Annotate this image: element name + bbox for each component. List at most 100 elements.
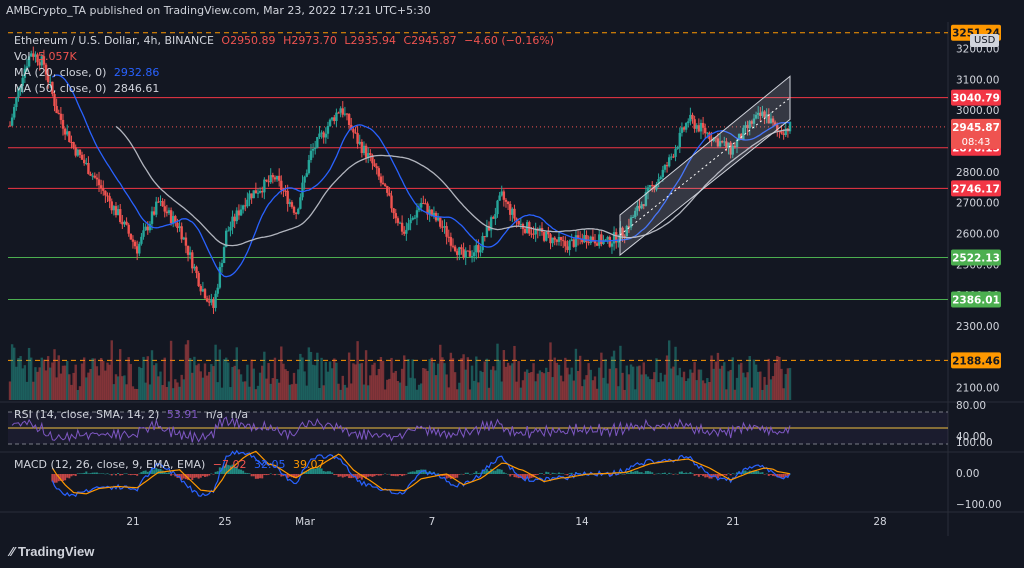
candle-body <box>290 202 294 207</box>
volume-bar <box>500 381 503 400</box>
macd-histogram-bar <box>197 474 200 479</box>
macd-tick-label: 0.00 <box>956 468 979 480</box>
candle-body <box>704 127 707 134</box>
volume-bar <box>485 358 489 400</box>
symbol-name[interactable]: Ethereum / U.S. Dollar, 4h, BINANCE <box>14 34 214 47</box>
volume-bar <box>511 363 514 400</box>
volume-bar <box>773 362 777 400</box>
price-tick-label: 3000.00 <box>956 105 999 117</box>
volume-bar <box>282 363 285 400</box>
candle-body <box>663 164 667 170</box>
candle-body <box>138 243 141 254</box>
volume-bar <box>731 357 734 400</box>
candle-body <box>667 157 671 167</box>
volume-bar <box>142 356 145 400</box>
macd-histogram-bar <box>566 474 569 476</box>
volume-bar <box>95 366 99 400</box>
volume-bar <box>767 358 771 400</box>
volume-bar <box>578 355 582 400</box>
ma20-label[interactable]: MA (20, close, 0) <box>14 66 106 79</box>
volume-bar <box>740 362 743 400</box>
volume-bar <box>665 355 669 400</box>
volume-bar <box>710 355 713 400</box>
macd-histogram-bar <box>699 474 702 475</box>
volume-bar <box>311 364 315 400</box>
volume-bar <box>725 389 728 400</box>
volume-bar <box>545 367 548 400</box>
volume-label[interactable]: Vol <box>14 50 30 63</box>
volume-bar <box>241 381 245 400</box>
macd-label[interactable]: MACD (12, 26, close, 9, EMA, EMA) <box>14 458 205 471</box>
candle-body <box>562 240 565 242</box>
macd-histogram-bar <box>555 473 558 475</box>
volume-bar <box>314 365 317 400</box>
volume-bar <box>606 383 609 400</box>
volume-bar <box>375 375 378 400</box>
volume-bar <box>706 378 709 400</box>
macd-histogram-bar <box>98 473 101 475</box>
volume-bar <box>585 375 588 400</box>
candle-body <box>197 273 200 287</box>
volume-bar <box>17 357 20 400</box>
candle-body <box>324 133 328 138</box>
volume-bar <box>432 362 436 400</box>
volume-bar <box>729 369 732 400</box>
currency-label[interactable]: USD <box>970 34 1000 47</box>
macd-histogram-bar <box>267 474 270 475</box>
candle-body <box>600 234 603 245</box>
macd-histogram-bar <box>356 474 359 479</box>
candle-body <box>477 245 480 253</box>
candle-body <box>301 182 304 198</box>
macd-histogram-bar <box>676 474 679 475</box>
macd-histogram-bar <box>127 474 130 475</box>
candle-body <box>114 206 118 216</box>
macd-histogram-bar <box>415 470 418 474</box>
volume-bar <box>750 387 754 400</box>
macd-histogram-bar <box>685 472 688 474</box>
candle-body <box>509 204 512 215</box>
volume-bar <box>269 383 272 400</box>
candle-body <box>492 217 495 219</box>
candle-body <box>74 147 77 156</box>
macd-histogram-bar <box>104 473 107 475</box>
candle-body <box>108 196 111 202</box>
candle-body <box>511 208 514 215</box>
volume-bar <box>782 388 785 400</box>
candle-body <box>494 214 497 219</box>
candle-body <box>205 298 209 302</box>
macd-histogram-bar <box>755 470 758 474</box>
volume-bar <box>303 371 306 400</box>
macd-histogram-bar <box>399 474 401 476</box>
volume-bar <box>542 373 546 400</box>
tradingview-logo[interactable]: ⁄⁄ TradingView <box>10 544 94 559</box>
macd-histogram-bar <box>242 470 245 474</box>
volume-bar <box>612 350 616 400</box>
candle-body <box>180 226 183 240</box>
volume-bar <box>309 351 313 400</box>
volume-bar <box>417 384 421 400</box>
volume-bar <box>15 366 18 400</box>
macd-histogram-bar <box>668 472 671 474</box>
candle-body <box>479 250 482 253</box>
volume-bar <box>32 381 35 400</box>
volume-bar <box>415 389 419 400</box>
macd-histogram-bar <box>494 470 497 474</box>
macd-histogram-bar <box>165 472 168 474</box>
candle-body <box>299 197 302 209</box>
candle-body <box>208 301 211 303</box>
candle-body <box>470 256 474 258</box>
ma50-label[interactable]: MA (50, close, 0) <box>14 82 106 95</box>
macd-histogram-bar <box>129 474 132 476</box>
volume-bar <box>373 362 376 400</box>
volume-bar <box>744 377 747 400</box>
macd-histogram-bar <box>189 474 192 478</box>
candle-body <box>386 186 389 193</box>
candle-body <box>239 209 243 216</box>
rsi-label[interactable]: RSI (14, close, SMA, 14, 2) <box>14 408 159 421</box>
macd-histogram-bar <box>642 473 645 474</box>
volume-bar <box>422 368 425 400</box>
volume-bar <box>29 357 33 400</box>
volume-bar <box>76 389 80 400</box>
macd-histogram-bar <box>70 474 73 477</box>
candle-body <box>269 175 272 183</box>
